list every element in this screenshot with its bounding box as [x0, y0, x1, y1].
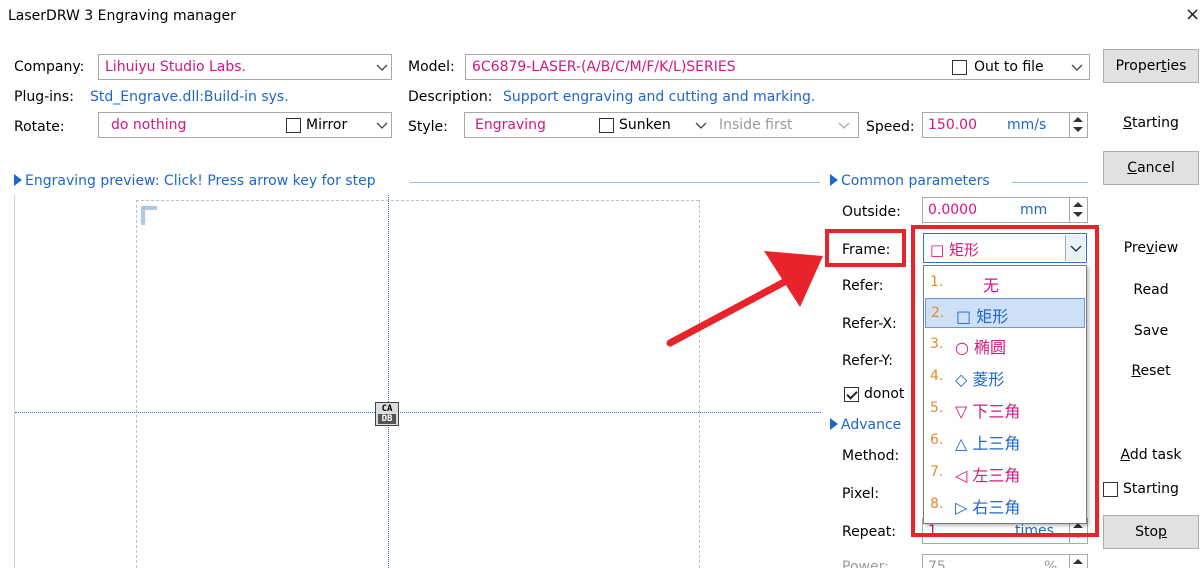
method-label: Method: [842, 448, 900, 464]
triangle-right-icon [830, 418, 838, 430]
save-button[interactable]: Save [1103, 315, 1199, 349]
triangle-right-icon [830, 174, 838, 186]
frame-dropdown-highlight-box [911, 225, 1099, 537]
company-value: Lihuiyu Studio Labs. [105, 59, 246, 75]
company-label: Company: [14, 59, 85, 75]
mirror-label: Mirror [306, 117, 348, 133]
center-line-vertical [388, 195, 389, 568]
starting-checkbox[interactable] [1103, 482, 1118, 497]
description-value: Support engraving and cutting and markin… [503, 89, 816, 105]
read-button[interactable]: Read [1103, 274, 1199, 308]
frame-label-highlight-box [825, 229, 906, 267]
outside-label: Outside: [842, 204, 901, 220]
out-to-file-checkbox[interactable] [952, 60, 967, 75]
speed-spinner[interactable] [1069, 113, 1087, 137]
power-label: Power: [842, 559, 889, 568]
model-label: Model: [408, 59, 455, 75]
outside-value: 0.0000 [928, 202, 977, 218]
speed-value: 150.00 [928, 117, 977, 133]
spin-up-icon[interactable] [1073, 117, 1083, 122]
speed-label: Speed: [866, 119, 915, 135]
power-input[interactable]: 75 % [922, 554, 1088, 568]
description-label: Description: [408, 89, 493, 105]
cadb-logo-icon: CA DB [375, 402, 399, 426]
model-select[interactable]: 6C6879-LASER-(A/B/C/M/F/K/L)SERIES Out t… [465, 54, 1090, 80]
cancel-button[interactable]: Cancel [1103, 151, 1199, 185]
starting-button[interactable]: Starting [1103, 107, 1199, 141]
spin-down-icon[interactable] [1073, 212, 1083, 217]
common-header-rule [1012, 182, 1088, 183]
refer-x-label: Refer-X: [842, 316, 897, 332]
repeat-label: Repeat: [842, 524, 896, 540]
spin-up-icon[interactable] [1073, 202, 1083, 207]
model-value: 6C6879-LASER-(A/B/C/M/F/K/L)SERIES [472, 59, 736, 75]
chevron-down-icon [695, 122, 707, 129]
outside-spinner[interactable] [1069, 198, 1087, 222]
plugins-value: Std_Engrave.dll:Build-in sys. [90, 89, 289, 105]
company-select[interactable]: Lihuiyu Studio Labs. [98, 54, 392, 80]
spin-down-icon[interactable] [1073, 127, 1083, 132]
donot-label: donot [864, 386, 905, 402]
sunken-checkbox[interactable] [599, 118, 614, 133]
outside-unit: mm [1020, 202, 1048, 218]
properties-button[interactable]: Properties [1103, 49, 1199, 83]
outside-input[interactable]: 0.0000 mm [922, 197, 1088, 223]
speed-input[interactable]: 150.00 mm/s [922, 112, 1088, 138]
pixel-label: Pixel: [842, 486, 880, 502]
bed-edge-top [136, 200, 699, 201]
refer-y-label: Refer-Y: [842, 353, 893, 369]
donot-checkbox[interactable] [844, 387, 859, 402]
red-arrow-icon [666, 251, 823, 347]
advanced-header: Advance [830, 417, 901, 433]
style-select[interactable]: Engraving Sunken Inside first [464, 112, 859, 138]
plugins-label: Plug-ins: [14, 89, 74, 105]
stop-button[interactable]: Stop [1103, 515, 1199, 549]
chevron-down-icon [376, 64, 388, 71]
style-label: Style: [408, 119, 448, 135]
engraving-preview-header: Engraving preview: Click! Press arrow ke… [14, 173, 376, 189]
speed-unit: mm/s [1007, 117, 1047, 133]
window-title: LaserDRW 3 Engraving manager [8, 8, 236, 24]
inside-first-label: Inside first [719, 117, 793, 133]
refer-label: Refer: [842, 278, 884, 294]
power-spinner[interactable] [1069, 555, 1087, 568]
origin-arrow-icon [140, 206, 157, 225]
center-line-horizontal [15, 412, 821, 413]
out-to-file-label: Out to file [974, 59, 1044, 75]
chevron-down-icon [838, 122, 850, 129]
sunken-label: Sunken [619, 117, 671, 133]
rotate-value: do nothing [111, 117, 187, 133]
spin-up-icon[interactable] [1073, 559, 1083, 564]
triangle-right-icon [14, 174, 22, 186]
rotate-label: Rotate: [14, 119, 65, 135]
rotate-select[interactable]: do nothing Mirror [98, 112, 392, 138]
chevron-down-icon [1071, 64, 1083, 71]
style-value: Engraving [475, 117, 546, 133]
power-value: 75 [928, 559, 946, 568]
chevron-down-icon [376, 122, 388, 129]
preview-header-rule [410, 182, 820, 183]
mirror-checkbox[interactable] [286, 118, 301, 133]
add-task-button[interactable]: Add task [1103, 439, 1199, 473]
close-icon[interactable]: × [1185, 4, 1200, 25]
preview-button[interactable]: Preview [1103, 232, 1199, 266]
common-parameters-header: Common parameters [830, 173, 990, 189]
reset-button[interactable]: Reset [1103, 355, 1199, 389]
power-unit: % [1044, 559, 1058, 568]
bed-edge-left [136, 200, 137, 568]
starting-checkbox-label: Starting [1123, 481, 1179, 497]
